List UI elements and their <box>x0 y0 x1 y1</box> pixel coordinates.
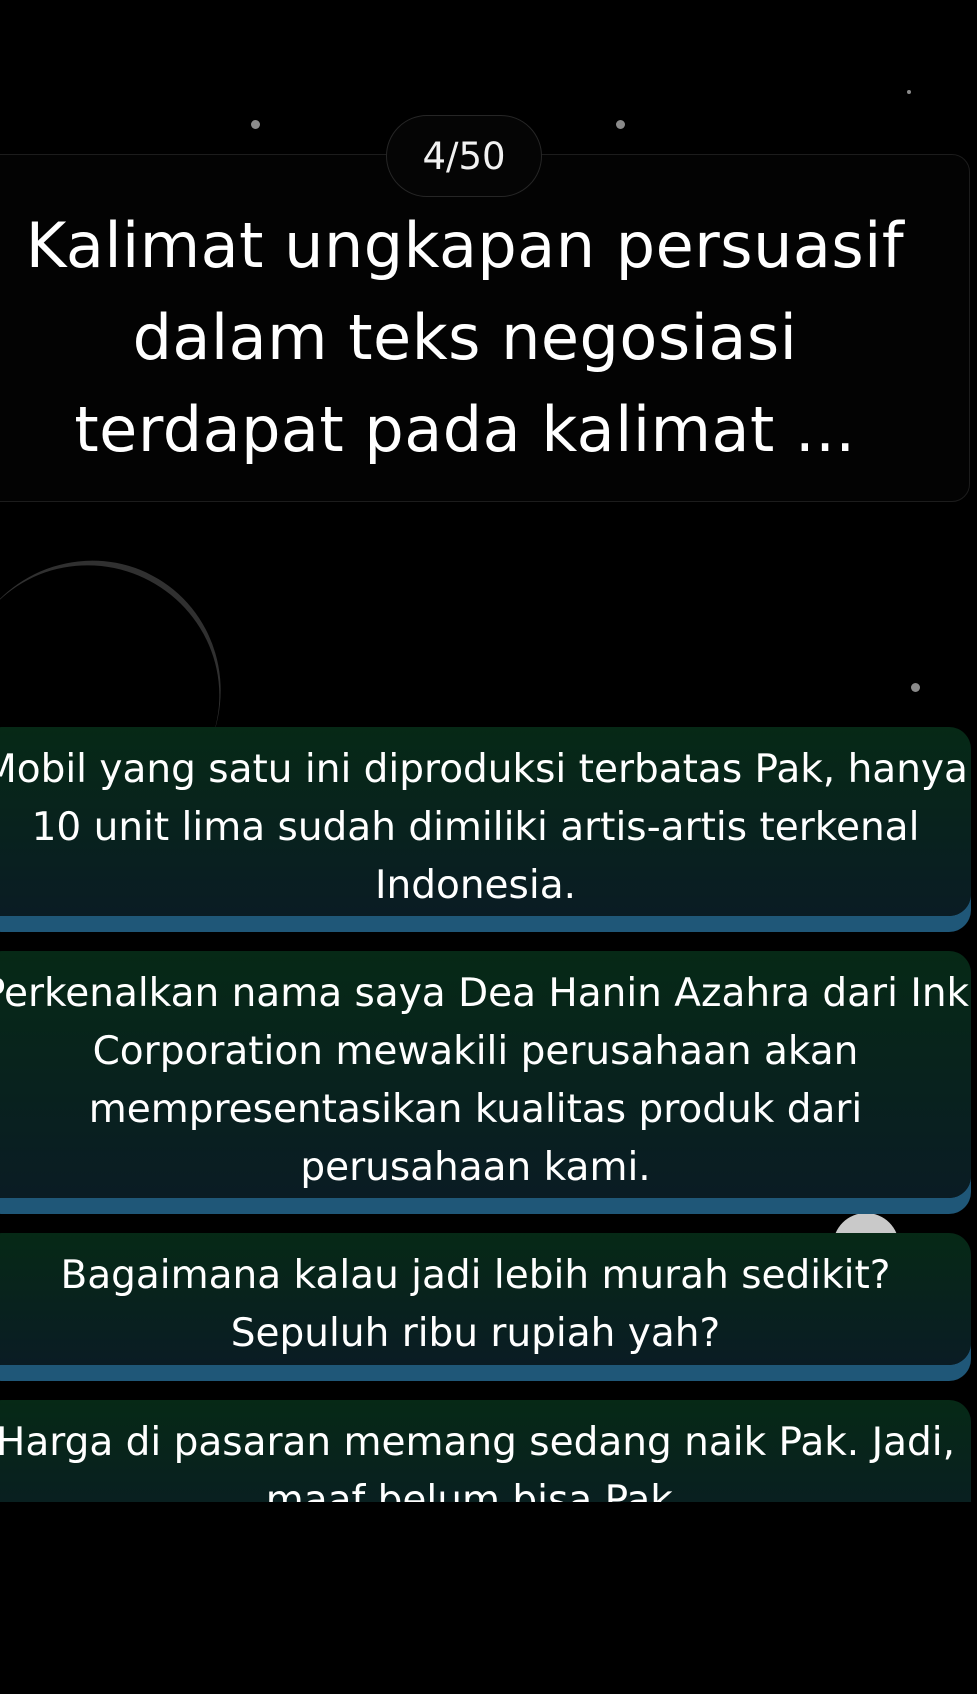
answer-option-label: Bagaimana kalau jadi lebih murah sedikit… <box>60 1253 891 1356</box>
background-star <box>616 120 625 129</box>
background-star <box>907 90 911 94</box>
answer-option-4[interactable]: Harga di pasaran memang sedang naik Pak.… <box>0 1400 971 1502</box>
answer-option-3[interactable]: Bagaimana kalau jadi lebih murah sedikit… <box>0 1233 971 1365</box>
question-text: Kalimat ungkapan persuasif dalam teks ne… <box>25 209 905 466</box>
answer-option-label: Harga di pasaran memang sedang naik Pak.… <box>0 1420 955 1502</box>
answer-option-2[interactable]: Perkenalkan nama saya Dea Hanin Azahra d… <box>0 951 971 1198</box>
answer-option-1[interactable]: Mobil yang satu ini diproduksi terbatas … <box>0 727 971 916</box>
quiz-screen: 4/50 Kalimat ungkapan persuasif dalam te… <box>0 0 977 1502</box>
background-star <box>251 120 260 129</box>
question-counter-text: 4/50 <box>422 134 506 178</box>
background-star <box>911 683 920 692</box>
question-counter: 4/50 <box>386 115 542 197</box>
answer-option-label: Perkenalkan nama saya Dea Hanin Azahra d… <box>0 971 970 1190</box>
answer-option-label: Mobil yang satu ini diproduksi terbatas … <box>0 747 968 908</box>
